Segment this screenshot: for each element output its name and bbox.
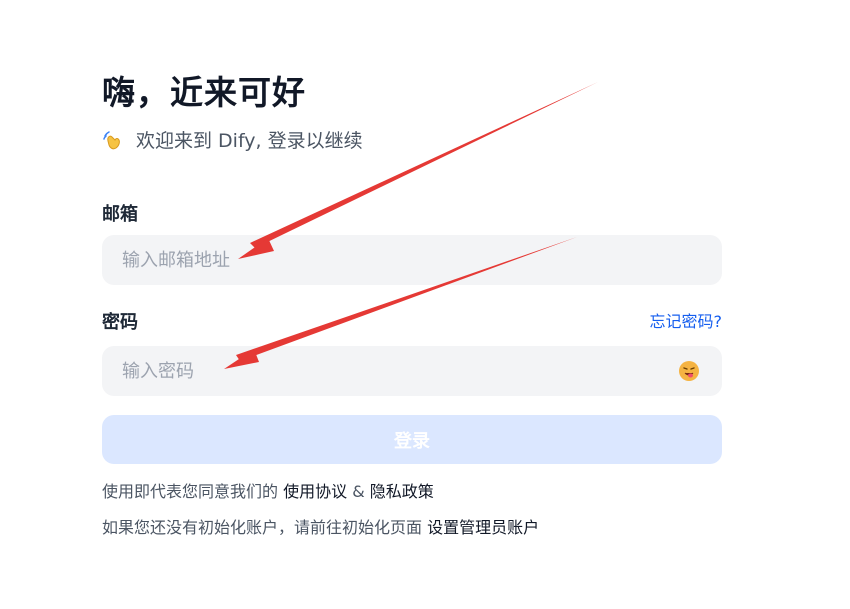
login-page: 嗨，近来可好 欢迎来到 Dify, 登录以继续 邮箱 密码 忘记密码? xyxy=(0,0,850,609)
emoji-face-icon[interactable] xyxy=(678,360,700,382)
terms-joiner: & xyxy=(352,482,365,501)
page-subtitle: 欢迎来到 Dify, 登录以继续 xyxy=(102,126,363,153)
password-field-container xyxy=(102,346,722,396)
waving-hand-icon xyxy=(102,128,126,152)
page-title: 嗨，近来可好 xyxy=(102,73,306,112)
password-field[interactable] xyxy=(102,346,722,396)
forgot-password-link[interactable]: 忘记密码? xyxy=(650,308,723,332)
email-label: 邮箱 xyxy=(102,204,138,225)
setup-notice: 如果您还没有初始化账户，请前往初始化页面 设置管理员账户 xyxy=(102,514,539,538)
email-field-container xyxy=(102,235,722,285)
privacy-policy-link[interactable]: 隐私政策 xyxy=(370,482,434,501)
setup-admin-link[interactable]: 设置管理员账户 xyxy=(427,518,539,537)
password-label: 密码 xyxy=(102,312,138,333)
terms-notice: 使用即代表您同意我们的 使用协议 & 隐私政策 xyxy=(102,478,434,502)
email-field[interactable] xyxy=(102,235,722,285)
setup-prefix: 如果您还没有初始化账户，请前往初始化页面 xyxy=(102,518,423,537)
terms-of-use-link[interactable]: 使用协议 xyxy=(283,482,347,501)
login-button[interactable]: 登录 xyxy=(102,415,722,464)
terms-prefix: 使用即代表您同意我们的 xyxy=(102,482,279,501)
subtitle-text: 欢迎来到 Dify, 登录以继续 xyxy=(136,130,363,152)
